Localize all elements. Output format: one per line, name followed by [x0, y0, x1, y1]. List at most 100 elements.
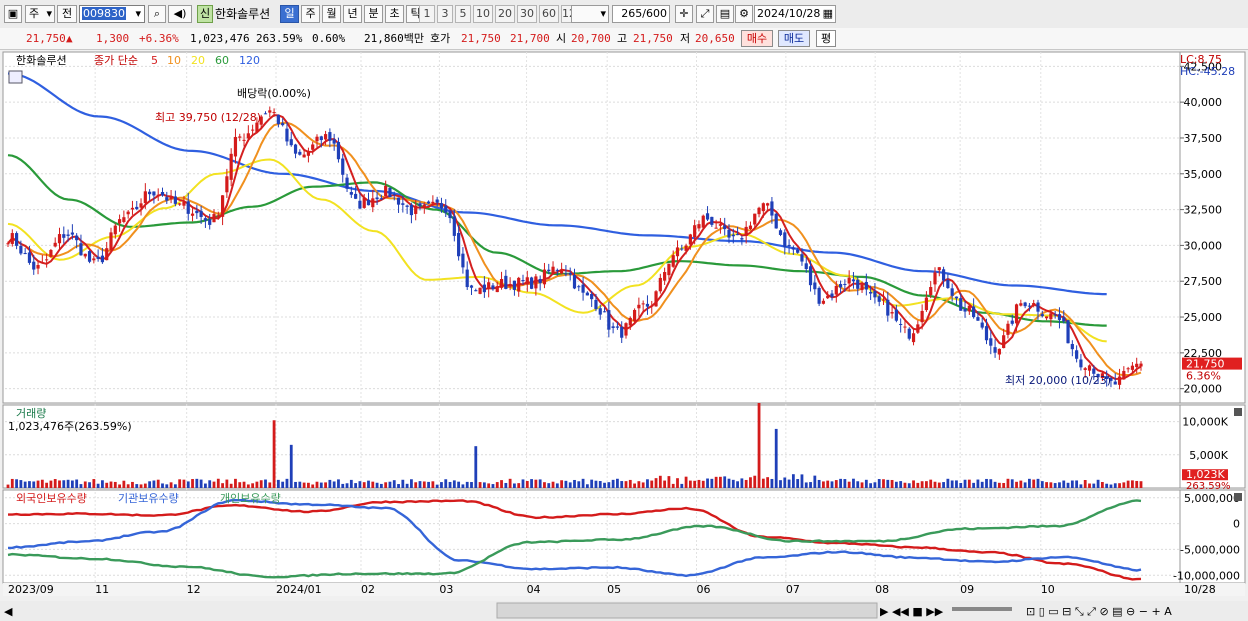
- interval-button-20[interactable]: 20: [495, 5, 515, 23]
- volume-bar: [341, 483, 345, 488]
- volume-bar: [684, 476, 688, 488]
- sell-button[interactable]: 매도: [778, 30, 810, 47]
- candle-body: [233, 136, 238, 157]
- layout-icon[interactable]: ▣: [4, 5, 22, 23]
- interval-custom-select[interactable]: ▾: [571, 5, 609, 23]
- gear-icon[interactable]: ⚙: [735, 5, 753, 23]
- candle-body: [916, 324, 920, 333]
- search-icon[interactable]: ⌕: [148, 5, 166, 23]
- interval-button-5[interactable]: 5: [455, 5, 471, 23]
- candle-body: [551, 266, 555, 274]
- period-tab-4[interactable]: 분: [364, 5, 383, 23]
- volume-tick-label: 10,000K: [1182, 416, 1228, 429]
- volume-bar: [1070, 480, 1074, 488]
- candle-body: [238, 136, 242, 138]
- volume-bar: [959, 482, 963, 488]
- volume-bar: [1079, 484, 1083, 488]
- market-select[interactable]: 주 ▾: [25, 5, 55, 23]
- candle-body: [474, 290, 478, 292]
- close-icon[interactable]: [1234, 493, 1242, 501]
- volume-bar: [392, 480, 396, 488]
- period-tab-2[interactable]: 월: [322, 5, 341, 23]
- candle-body: [637, 304, 641, 309]
- candle-body: [834, 285, 838, 295]
- date-input[interactable]: 2024/10/28 ▦: [754, 5, 836, 23]
- candle-body: [212, 214, 216, 223]
- interval-button-60[interactable]: 60: [539, 5, 559, 23]
- grid-toggle-icon[interactable]: [8, 70, 23, 84]
- playback-controls-icon[interactable]: ▶ ◀◀ ■ ▶▶: [880, 605, 944, 618]
- candle-body: [14, 233, 19, 246]
- candle-body: [426, 201, 431, 204]
- volume-bar: [770, 478, 774, 488]
- scroll-left-icon[interactable]: ◀: [4, 605, 13, 618]
- volume-bar: [843, 479, 847, 488]
- save-icon[interactable]: ▤: [716, 5, 734, 23]
- volume-bar: [332, 481, 336, 488]
- candle-body: [122, 217, 126, 222]
- candle-body: [877, 296, 881, 302]
- flow-legend-item: 외국인보유수량: [16, 492, 87, 505]
- volume-bar: [706, 478, 709, 488]
- x-tick-label: 12: [187, 583, 201, 596]
- volume-bar: [564, 480, 568, 488]
- candle-body: [349, 192, 353, 195]
- volume-bar: [289, 444, 293, 488]
- volume-bar: [15, 479, 18, 488]
- volume-bar: [6, 484, 10, 488]
- volume-bar: [379, 483, 383, 488]
- candle-body: [667, 263, 671, 276]
- volume-bar: [774, 428, 778, 488]
- candle-body: [495, 286, 499, 293]
- sound-icon[interactable]: ◀): [168, 5, 192, 23]
- candle-body: [963, 308, 967, 312]
- volume-bar: [616, 478, 619, 488]
- candle-body: [675, 247, 680, 257]
- tool-icons[interactable]: ⊡ ▯ ▭ ⊟ ⤡ ⤢ ⊘ ▤ ⊖ − + A: [1026, 605, 1172, 618]
- volume-bar: [1045, 482, 1048, 488]
- volume-bar: [1131, 480, 1134, 488]
- volume-bar: [714, 476, 718, 488]
- crosshair-icon[interactable]: ✛: [675, 5, 693, 23]
- volume-bar: [371, 481, 375, 488]
- candle-body: [890, 312, 894, 314]
- zoom-slider[interactable]: [952, 607, 1012, 611]
- scope-button[interactable]: 전: [57, 5, 77, 23]
- period-tab-0[interactable]: 일: [280, 5, 299, 23]
- candle-body: [761, 203, 765, 212]
- candle-body: [401, 203, 405, 205]
- candle-body: [190, 213, 195, 216]
- candle-body: [186, 201, 190, 214]
- candle-body: [538, 278, 542, 284]
- candle-body: [1010, 320, 1014, 324]
- volume-bar: [156, 479, 160, 488]
- candle-body: [899, 323, 903, 325]
- interval-button-3[interactable]: 3: [437, 5, 453, 23]
- code-input[interactable]: 009830 ▾: [79, 5, 145, 23]
- volume-bar: [461, 484, 465, 488]
- low-annotation: 최저 20,000 (10/23): [1005, 374, 1111, 387]
- period-tab-1[interactable]: 주: [301, 5, 320, 23]
- count-input[interactable]: 265/600: [612, 5, 670, 23]
- candle-body: [255, 122, 259, 132]
- period-tab-5[interactable]: 초: [385, 5, 404, 23]
- compare-icon[interactable]: ⤢: [696, 5, 714, 23]
- eval-button[interactable]: 평: [816, 30, 836, 47]
- candle-body: [796, 249, 800, 253]
- period-tab-3[interactable]: 년: [343, 5, 362, 23]
- volume-bar: [212, 481, 216, 488]
- interval-button-1[interactable]: 1: [419, 5, 435, 23]
- close-icon[interactable]: [1234, 408, 1242, 416]
- scroll-thumb[interactable]: [496, 602, 878, 619]
- candle-body: [1049, 313, 1053, 320]
- buy-button[interactable]: 매수: [741, 30, 773, 47]
- volume-ratio: 263.59%: [256, 32, 303, 45]
- interval-button-10[interactable]: 10: [473, 5, 493, 23]
- chart-area[interactable]: 20,00022,50025,00027,50030,00032,50035,0…: [0, 50, 1248, 621]
- interval-button-30[interactable]: 30: [517, 5, 537, 23]
- candle-body: [414, 205, 418, 214]
- candle-body: [886, 299, 890, 316]
- volume-bar: [933, 481, 937, 488]
- volume-bar: [530, 479, 533, 488]
- candle-body: [701, 215, 705, 228]
